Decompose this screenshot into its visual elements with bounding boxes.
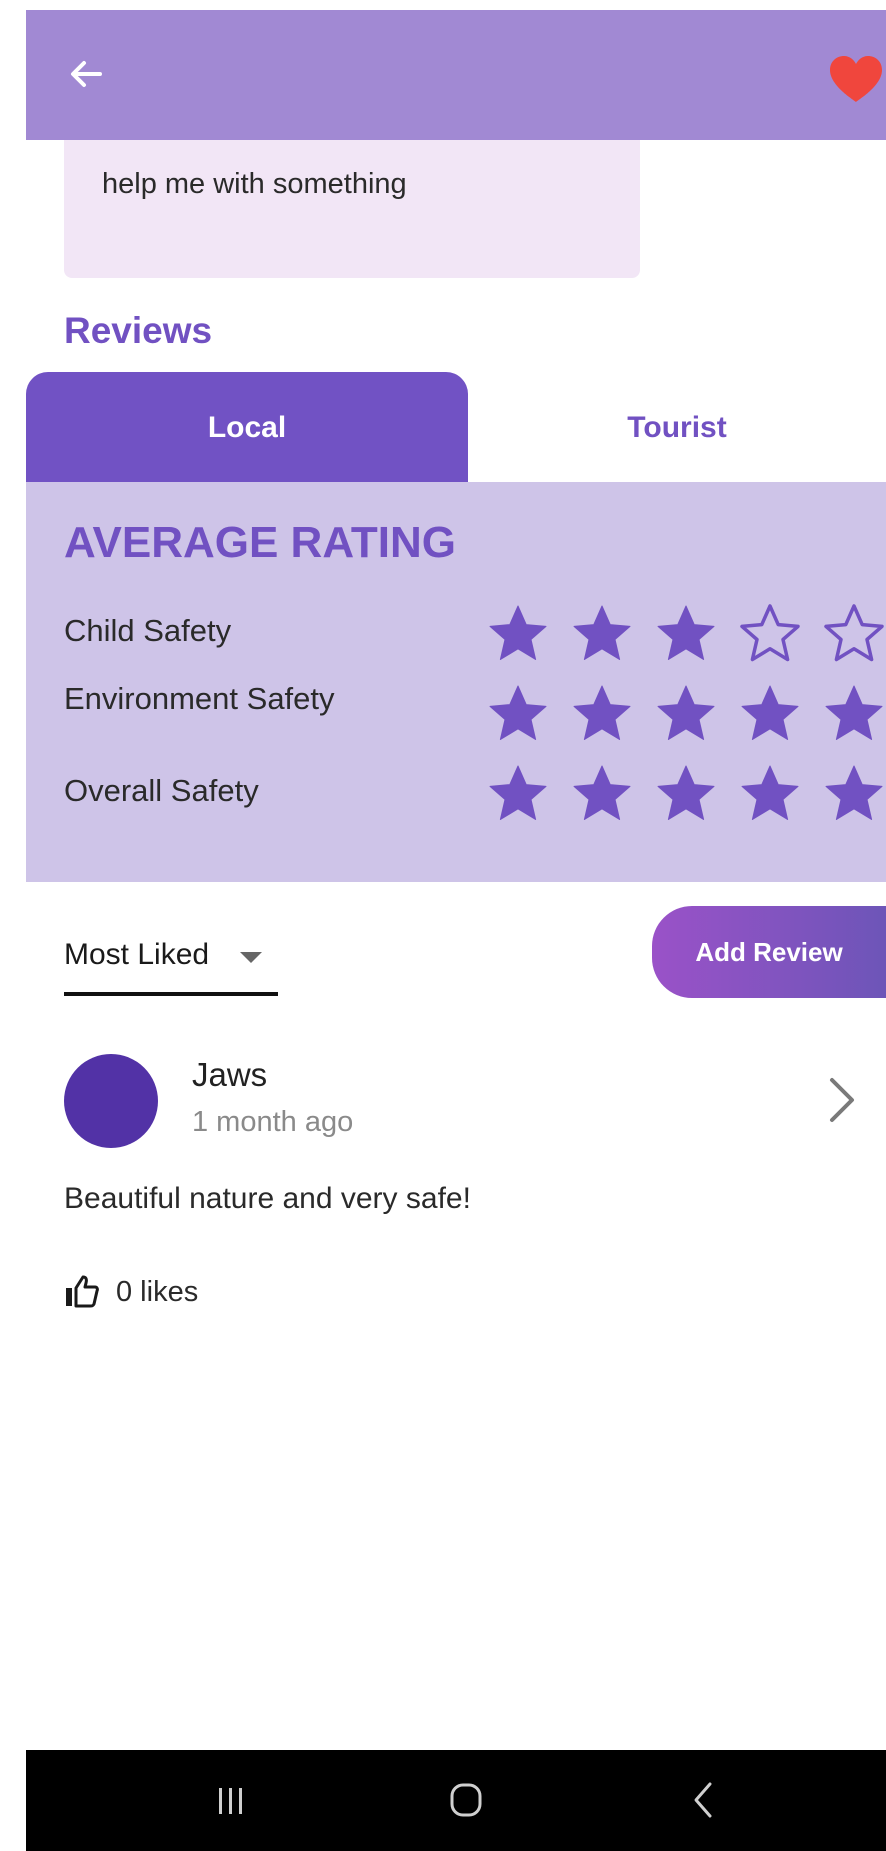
star-filled-icon (573, 605, 631, 660)
star-outline-icon (740, 604, 800, 662)
home-icon (450, 1783, 482, 1817)
star-filled-icon (573, 765, 631, 820)
sort-selected-label: Most Liked (64, 938, 210, 971)
description-card: help me with something (64, 140, 640, 278)
tab-local[interactable]: Local (26, 372, 468, 484)
star-filled-icon (573, 685, 631, 740)
app-screen: help me with something Reviews Local Tou… (26, 10, 886, 1750)
star-outline-icon (824, 604, 884, 662)
rating-label-environment-safety: Environment Safety (64, 681, 335, 716)
reviews-heading: Reviews (64, 310, 213, 351)
star-filled-icon (825, 765, 883, 820)
stars-overall-safety (486, 762, 886, 826)
star-filled-icon (489, 765, 547, 820)
star-filled-icon (657, 765, 715, 820)
star-filled-icon (741, 685, 799, 740)
system-nav-bar (26, 1750, 886, 1851)
description-text: help me with something (102, 168, 407, 200)
star-filled-icon (657, 685, 715, 740)
star-filled-icon (825, 685, 883, 740)
star-filled-icon (489, 685, 547, 740)
caret-down-icon (240, 952, 262, 963)
stars-child-safety (486, 602, 886, 666)
star-filled-icon (741, 765, 799, 820)
avatar (64, 1054, 158, 1148)
review-text: Beautiful nature and very safe! (64, 1182, 471, 1215)
reviewer-name: Jaws (192, 1056, 268, 1093)
arrow-left-icon (71, 61, 102, 87)
add-review-button[interactable]: Add Review (652, 906, 886, 998)
back-button[interactable] (62, 50, 110, 98)
app-bar (26, 10, 886, 140)
review-time: 1 month ago (192, 1106, 354, 1138)
star-filled-icon (489, 605, 547, 660)
back-icon (694, 1782, 712, 1818)
heart-filled-icon (830, 56, 882, 102)
rating-label-overall-safety: Overall Safety (64, 773, 259, 808)
rating-label-child-safety: Child Safety (64, 613, 232, 648)
sort-underline (64, 992, 278, 996)
thumbs-up-outline-icon[interactable] (64, 1274, 100, 1310)
review-list-item[interactable]: Jaws 1 month ago Beautiful nature and ve… (26, 1030, 886, 1320)
stars-environment-safety (486, 682, 886, 746)
recent-apps-icon (219, 1788, 242, 1814)
home-button[interactable] (426, 1770, 506, 1830)
tab-tourist[interactable]: Tourist (468, 372, 886, 484)
star-filled-icon (657, 605, 715, 660)
average-rating-panel: AVERAGE RATING Child Safety Environment … (26, 482, 886, 882)
chevron-right-icon[interactable] (822, 1074, 862, 1126)
favorite-button[interactable] (826, 50, 886, 110)
sort-dropdown[interactable]: Most Liked (64, 930, 278, 1000)
average-rating-title: AVERAGE RATING (64, 518, 456, 567)
likes-count: 0 likes (116, 1276, 199, 1308)
recent-apps-button[interactable] (191, 1770, 271, 1830)
system-back-button[interactable] (663, 1770, 743, 1830)
